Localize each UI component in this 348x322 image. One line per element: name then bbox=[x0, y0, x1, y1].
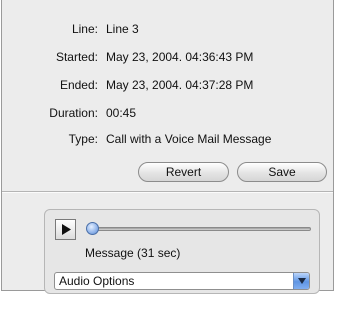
dropdown-arrow[interactable] bbox=[293, 273, 309, 289]
message-length-label: Message (31 sec) bbox=[85, 246, 181, 260]
type-row: Type: Call with a Voice Mail Message bbox=[2, 131, 335, 147]
started-value: May 23, 2004. 04:36:43 PM bbox=[106, 50, 254, 64]
playback-slider-knob[interactable] bbox=[86, 222, 99, 235]
ended-value: May 23, 2004. 04:37:28 PM bbox=[106, 78, 254, 92]
divider bbox=[2, 191, 333, 193]
line-label: Line: bbox=[71, 22, 98, 36]
audio-options-select[interactable]: Audio Options bbox=[54, 272, 310, 290]
chevron-down-icon bbox=[298, 278, 306, 284]
started-label: Started: bbox=[55, 50, 98, 64]
ended-label: Ended: bbox=[59, 78, 98, 92]
playback-slider-track[interactable] bbox=[91, 227, 311, 231]
play-button[interactable] bbox=[55, 219, 76, 240]
type-value: Call with a Voice Mail Message bbox=[106, 132, 272, 146]
started-row: Started: May 23, 2004. 04:36:43 PM bbox=[2, 49, 335, 65]
duration-value: 00:45 bbox=[106, 106, 137, 120]
duration-row: Duration: 00:45 bbox=[2, 105, 335, 121]
play-icon bbox=[62, 224, 71, 235]
audio-options-value: Audio Options bbox=[59, 274, 135, 288]
save-button[interactable]: Save bbox=[237, 162, 327, 182]
line-row: Line: Line 3 bbox=[2, 21, 335, 37]
duration-label: Duration: bbox=[49, 106, 98, 120]
ended-row: Ended: May 23, 2004. 04:37:28 PM bbox=[2, 77, 335, 93]
type-label: Type: bbox=[68, 132, 98, 146]
line-value: Line 3 bbox=[106, 22, 139, 36]
call-details-panel: Line: Line 3 Started: May 23, 2004. 04:3… bbox=[1, 0, 335, 294]
audio-player-group: Message (31 sec) Audio Options bbox=[44, 209, 320, 294]
revert-button[interactable]: Revert bbox=[138, 162, 229, 182]
